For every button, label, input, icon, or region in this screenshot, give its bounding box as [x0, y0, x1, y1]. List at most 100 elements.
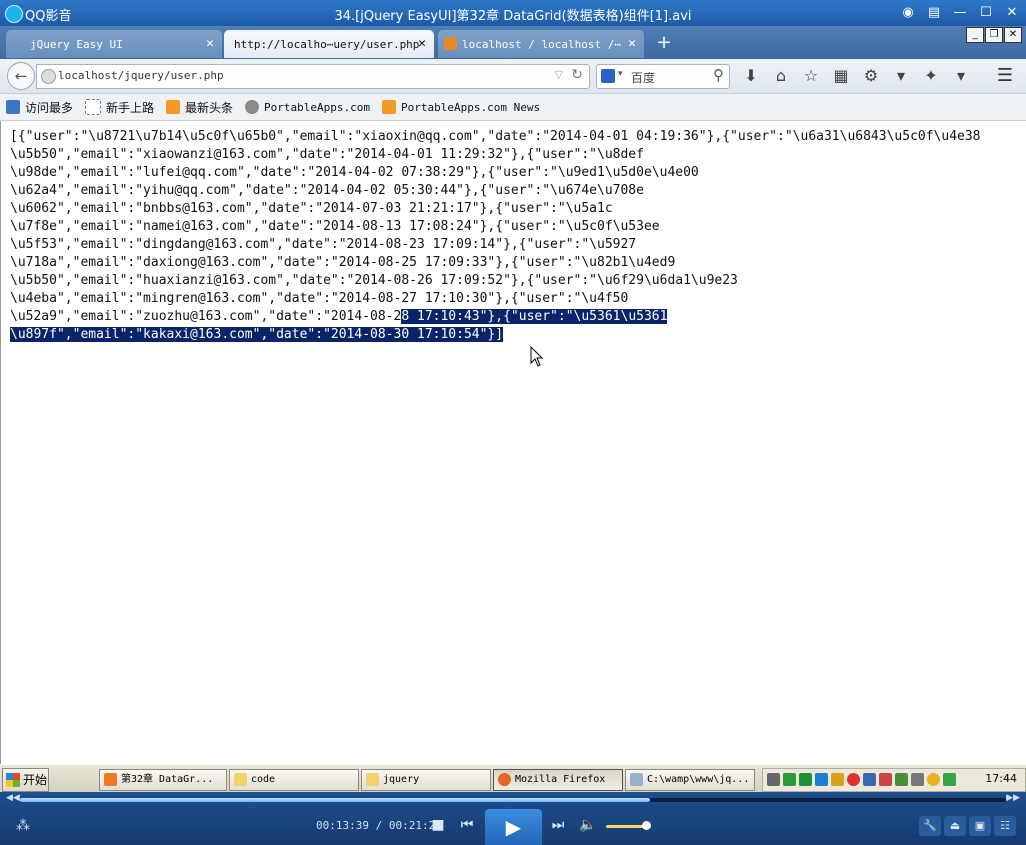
hamburger-menu-icon[interactable]: ☰: [994, 65, 1016, 87]
start-button[interactable]: 开始: [2, 768, 49, 792]
footprint-icon[interactable]: ⁂: [16, 818, 30, 834]
json-line: \u5b50","email":"huaxianzi@163.com","dat…: [10, 273, 738, 288]
usb-icon[interactable]: [895, 773, 908, 786]
mouse-pointer-icon: [530, 346, 544, 367]
tab-user-php[interactable]: http://localho⋯uery/user.php ✕: [224, 30, 434, 58]
seek-forward-icon[interactable]: ▶▶: [1006, 793, 1020, 803]
download-arrow-icon[interactable]: ⬇: [740, 65, 762, 87]
firefox-icon: [498, 773, 511, 786]
browser-minimize-button[interactable]: _: [966, 27, 984, 43]
player-maximize-button[interactable]: ☐: [976, 3, 996, 23]
reload-icon[interactable]: ↻: [571, 67, 583, 83]
system-tray: 17:44: [762, 768, 1026, 792]
volume-speaker-icon[interactable]: 🔈: [578, 817, 598, 833]
taskbar-item-jquery-folder[interactable]: jquery: [361, 769, 491, 791]
browser-restore-button[interactable]: ❐: [985, 27, 1003, 43]
addon-icon[interactable]: ✦: [920, 65, 942, 87]
tab-jquery-easy-ui[interactable]: jQuery Easy UI ✕: [6, 30, 222, 58]
bookmark-portableapps-news[interactable]: PortableApps.com News: [382, 100, 540, 114]
keyboard-icon[interactable]: [767, 773, 780, 786]
bookmark-label: 访问最多: [25, 100, 74, 115]
browser-close-button[interactable]: ✕: [1004, 27, 1022, 43]
extension-dropdown-icon[interactable]: ▾: [890, 65, 912, 87]
taskbar-item-code-folder[interactable]: code: [229, 769, 359, 791]
shield-icon[interactable]: [847, 773, 860, 786]
network-icon[interactable]: [783, 773, 796, 786]
search-bar[interactable]: ▾ 百度 ⚲: [596, 64, 730, 89]
url-dropdown-icon[interactable]: ▽: [555, 68, 563, 81]
taskbar-item-firefox[interactable]: Mozilla Firefox: [493, 769, 623, 791]
addon-dropdown-icon[interactable]: ▾: [950, 65, 972, 87]
task-label: 第32章 DataGr...: [121, 774, 214, 785]
antivirus-icon[interactable]: [943, 773, 956, 786]
time-display: 00:13:39 / 00:21:21: [316, 819, 442, 832]
stop-icon[interactable]: ■: [428, 817, 448, 833]
start-label: 开始: [23, 773, 48, 787]
tab-close-icon[interactable]: ✕: [206, 36, 214, 51]
bookmark-portableapps[interactable]: PortableApps.com: [245, 100, 370, 114]
json-line: \u7f8e","email":"namei@163.com","date":"…: [10, 219, 660, 234]
bookmark-latest-headlines[interactable]: 最新头条: [166, 99, 233, 116]
tab-label: http://localho⋯uery/user.php: [234, 38, 420, 51]
playlist-icon[interactable]: ☷: [994, 816, 1016, 836]
qq-penguin-icon[interactable]: [815, 773, 828, 786]
home-icon[interactable]: ⌂: [770, 65, 792, 87]
url-text[interactable]: localhost/jquery/user.php: [58, 69, 224, 82]
play-button[interactable]: ▶: [485, 809, 542, 845]
windows-taskbar: 开始 第32章 DataGr... code jquery Mozilla Fi…: [0, 764, 1026, 793]
search-engine-dropdown-icon[interactable]: ▾: [618, 69, 623, 79]
fullscreen-icon[interactable]: ▣: [969, 816, 991, 836]
bookmarks-toolbar: 访问最多 新手上路 最新头条 PortableApps.com Portable…: [0, 94, 1026, 121]
json-line: \u718a","email":"daxiong@163.com","date"…: [10, 255, 676, 270]
security-icon[interactable]: [879, 773, 892, 786]
volume-slider[interactable]: [606, 825, 646, 828]
new-tab-plus-icon[interactable]: +: [654, 32, 674, 53]
most-visited-icon: [6, 100, 20, 114]
volume-icon[interactable]: [911, 773, 924, 786]
selected-text: 8 17:10:43"},{"user":"\u5361\u5361: [401, 309, 668, 324]
search-input[interactable]: 百度: [631, 69, 655, 86]
tab-close-icon[interactable]: ✕: [628, 36, 636, 51]
tab-close-icon[interactable]: ✕: [418, 36, 426, 51]
wamp-w-icon[interactable]: [799, 773, 812, 786]
selected-text: \u897f","email":"kakaxi@163.com","date":…: [10, 327, 504, 342]
update-icon[interactable]: [927, 773, 940, 786]
json-line: \u6062","email":"bnbbs@163.com","date":"…: [10, 201, 613, 216]
json-output: [{"user":"\u8721\u7b14\u5c0f\u65b0","ema…: [10, 128, 1022, 344]
eject-icon[interactable]: ⏏: [944, 816, 966, 836]
reading-list-icon[interactable]: ▦: [830, 65, 852, 87]
browser-nav-bar: ← localhost/jquery/user.php ▽ ↻ ▾ 百度 ⚲ ⬇…: [0, 59, 1026, 94]
seek-bar[interactable]: [20, 798, 1006, 802]
tools-wrench-icon[interactable]: 🔧: [919, 816, 941, 836]
volume-slider-knob[interactable]: [642, 821, 651, 830]
task-label: jquery: [383, 774, 420, 785]
time-current: 00:13:39: [316, 819, 369, 832]
bookmark-most-visited[interactable]: 访问最多: [6, 99, 73, 116]
blank-page-icon: [85, 99, 102, 115]
taskbar-item-editor[interactable]: C:\wamp\www\jq...: [625, 769, 755, 791]
display-icon[interactable]: [863, 773, 876, 786]
tab-localhost-phpmyadmin[interactable]: localhost / localhost /⋯ ✕: [438, 30, 644, 58]
bookmark-getting-started[interactable]: 新手上路: [85, 99, 154, 116]
bookmark-star-icon[interactable]: ☆: [800, 65, 822, 87]
url-bar[interactable]: localhost/jquery/user.php ▽ ↻: [36, 64, 590, 89]
previous-track-icon[interactable]: ⏮: [457, 817, 477, 833]
next-track-icon[interactable]: ⏭: [548, 817, 568, 833]
player-skin-icon[interactable]: ◉: [898, 3, 918, 23]
player-minimize-button[interactable]: —: [950, 3, 970, 23]
back-arrow-icon[interactable]: ←: [7, 62, 35, 90]
tab-label: localhost / localhost /⋯: [462, 38, 621, 51]
json-line: \u52a9","email":"zuozhu@163.com","date":…: [10, 309, 402, 324]
player-close-button[interactable]: ✕: [1002, 3, 1022, 23]
extension-gear-icon[interactable]: ⚙: [860, 65, 882, 87]
seek-bar-progress: [20, 798, 651, 802]
bar-chart-icon[interactable]: [831, 773, 844, 786]
search-icon[interactable]: ⚲: [713, 66, 724, 84]
folder-icon: [366, 773, 379, 786]
taskbar-item-qq-player[interactable]: 第32章 DataGr...: [99, 769, 227, 791]
bookmark-label: 最新头条: [185, 100, 234, 115]
seek-back-icon[interactable]: ◀◀: [6, 793, 20, 803]
json-line: \u4eba","email":"mingren@163.com","date"…: [10, 291, 629, 306]
player-menu-icon[interactable]: ▤: [924, 3, 944, 23]
baidu-paw-icon[interactable]: [601, 69, 615, 83]
